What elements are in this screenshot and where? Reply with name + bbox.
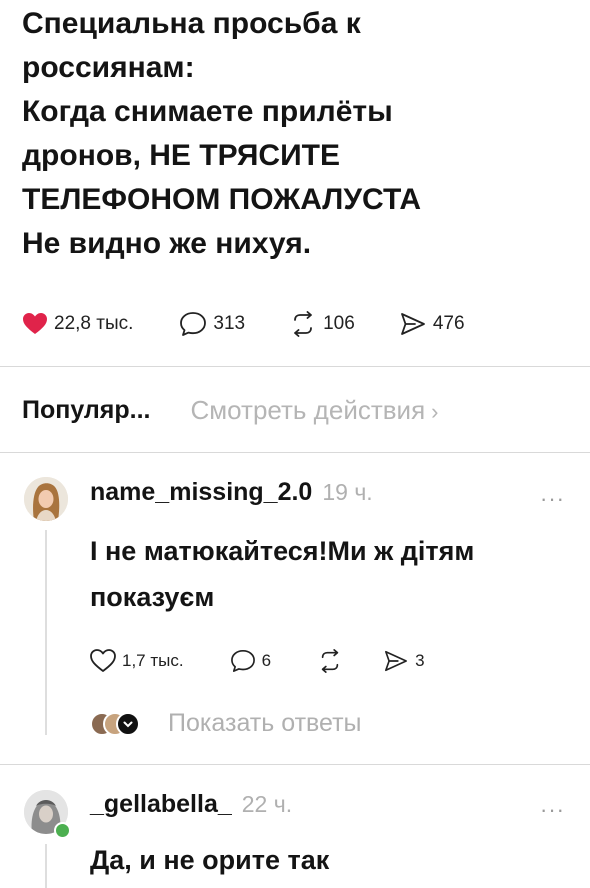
- view-actions-label: Смотреть действия: [190, 394, 426, 425]
- divider: [0, 764, 590, 765]
- more-icon[interactable]: ···: [540, 797, 565, 823]
- username[interactable]: name_missing_2.0: [90, 478, 312, 507]
- share-icon: [385, 650, 408, 672]
- comment-icon: [180, 312, 207, 336]
- comment-line: І не матюкайтеся!Ми ж дітям: [90, 536, 475, 566]
- timestamp: 19 ч.: [322, 479, 373, 505]
- comment-repost-button[interactable]: [317, 649, 343, 673]
- more-icon[interactable]: ···: [540, 486, 565, 512]
- avatar[interactable]: [24, 477, 68, 521]
- comment-share-count: 3: [415, 651, 425, 670]
- thread-line: [45, 844, 47, 888]
- chevron-right-icon: ›: [431, 398, 439, 424]
- username[interactable]: _gellabella_: [90, 790, 232, 819]
- timestamp: 22 ч.: [241, 791, 293, 817]
- heart-icon: [23, 313, 47, 334]
- comment-reply-button[interactable]: 6: [230, 649, 271, 673]
- post-line: россиянам:: [22, 51, 195, 84]
- comment-share-button[interactable]: 3: [383, 649, 425, 673]
- view-actions-link[interactable]: Смотреть действия ›: [191, 395, 439, 426]
- sort-row: Популяр... Смотреть действия ›: [22, 388, 439, 432]
- thread-line: [45, 530, 47, 735]
- repost-button[interactable]: 106: [289, 311, 355, 337]
- post-line: ТЕЛЕФОНОМ ПОЖАЛУСТА: [22, 183, 422, 216]
- comment-actions: 1,7 тыс. 6 3: [90, 647, 425, 675]
- reply-avatar: [116, 712, 140, 736]
- comment-line: показуєм: [90, 582, 215, 612]
- post-line: Специальна просьба к: [22, 7, 361, 40]
- avatar-photo: [24, 477, 68, 521]
- post-line: Не видно же нихуя.: [22, 227, 312, 260]
- repost-icon: [321, 649, 339, 673]
- show-replies-label: Показать ответы: [168, 708, 362, 737]
- comment-reply-count: 6: [261, 651, 272, 670]
- share-count: 476: [432, 313, 465, 334]
- post-actions: 22,8 тыс. 313 106 476: [22, 306, 465, 342]
- share-icon: [400, 313, 425, 335]
- comment-count: 313: [213, 313, 246, 334]
- heart-icon: [90, 649, 116, 672]
- repost-count: 106: [323, 313, 355, 334]
- chevron-down-icon: [123, 721, 133, 728]
- comment-like-button[interactable]: 1,7 тыс.: [90, 649, 184, 673]
- divider: [0, 366, 590, 367]
- like-button[interactable]: 22,8 тыс.: [22, 312, 133, 336]
- post-line: Когда снимаете прилёты: [22, 95, 393, 128]
- share-button[interactable]: 476: [399, 311, 465, 337]
- comment-button[interactable]: 313: [179, 311, 245, 337]
- comment-header: _gellabella_ 22 ч.: [90, 790, 292, 819]
- reply-avatars: [90, 710, 150, 736]
- divider: [0, 452, 590, 453]
- comment-line: Да, и не орите так: [90, 845, 330, 875]
- sort-selector[interactable]: Популяр...: [22, 396, 151, 425]
- comment-text: Да, и не орите так: [90, 837, 329, 883]
- post-text: Специальна просьба к россиянам: Когда сн…: [22, 2, 562, 266]
- like-count: 22,8 тыс.: [54, 313, 134, 334]
- post-line: дронов, НЕ ТРЯСИТЕ: [22, 139, 340, 172]
- comment-like-count: 1,7 тыс.: [122, 651, 184, 670]
- comment-icon: [230, 650, 255, 672]
- comment-header: name_missing_2.0 19 ч.: [90, 478, 373, 507]
- comment-text: І не матюкайтеся!Ми ж дітям показуєм: [90, 528, 474, 620]
- show-replies-button[interactable]: Показать ответы: [90, 705, 362, 741]
- repost-icon: [294, 311, 313, 337]
- online-status-indicator: [54, 822, 71, 839]
